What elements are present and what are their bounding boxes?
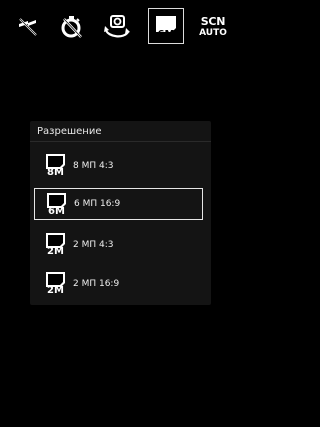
switch-camera-icon	[104, 15, 130, 38]
resolution-popup: Разрешение 8M 8 МП 4:3 6M 6 МП 16:9 2M 2…	[30, 121, 211, 305]
resolution-option-8mp-4-3[interactable]: 8M 8 МП 4:3	[34, 150, 203, 182]
svg-text:2M: 2M	[47, 246, 64, 256]
popup-title: Разрешение	[37, 126, 102, 137]
svg-text:2M: 2M	[47, 285, 64, 295]
resolution-2m-icon: 2M	[46, 233, 65, 256]
resolution-8m-icon: 8M	[46, 154, 65, 177]
resolution-badge-text: 6M	[158, 29, 175, 39]
resolution-option-2mp-4-3[interactable]: 2M 2 МП 4:3	[34, 229, 203, 261]
resolution-option-6mp-16-9[interactable]: 6M 6 МП 16:9	[34, 188, 203, 220]
resolution-button[interactable]: 6M	[148, 8, 184, 44]
switch-camera-button[interactable]	[100, 9, 134, 45]
svg-text:8M: 8M	[47, 167, 64, 177]
scene-mode-value: AUTO	[199, 28, 227, 38]
resolution-option-label: 2 МП 4:3	[73, 240, 114, 250]
timer-off-icon	[61, 16, 82, 38]
camera-toolbar: 6M SCN AUTO	[0, 0, 240, 56]
svg-text:6M: 6M	[48, 206, 65, 216]
resolution-option-label: 8 МП 4:3	[73, 161, 114, 171]
resolution-option-label: 2 МП 16:9	[73, 279, 120, 289]
resolution-2m-icon: 2M	[46, 272, 65, 295]
popup-divider	[30, 141, 211, 142]
resolution-6m-icon: 6M	[47, 193, 66, 216]
flash-off-button[interactable]	[11, 9, 45, 45]
timer-off-button[interactable]	[55, 9, 89, 45]
scene-mode-label: SCN	[200, 15, 226, 28]
resolution-option-label: 6 МП 16:9	[74, 199, 121, 209]
resolution-option-2mp-16-9[interactable]: 2M 2 МП 16:9	[34, 268, 203, 300]
resolution-icon: 6M	[156, 16, 176, 39]
scene-mode-button[interactable]: SCN AUTO	[196, 9, 230, 45]
flash-off-icon	[19, 18, 37, 36]
